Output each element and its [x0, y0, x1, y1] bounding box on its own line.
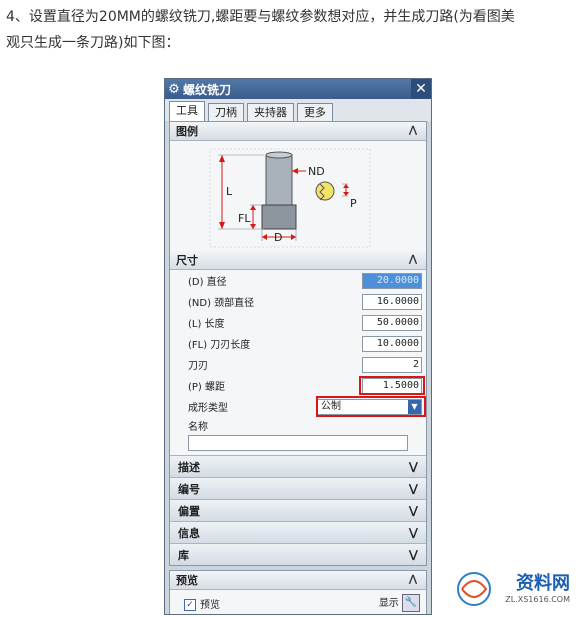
field-label: 名称 — [188, 421, 208, 433]
preview-checkbox-wrap[interactable]: ✓ 预览 — [184, 596, 220, 611]
label-l: L — [226, 185, 233, 198]
show-tool-icon[interactable]: 🔧 — [402, 594, 420, 612]
section-offset[interactable]: 偏置 ⋁ — [170, 499, 426, 521]
gear-icon[interactable]: ⚙ — [165, 82, 183, 97]
section-library[interactable]: 库 ⋁ — [170, 543, 426, 565]
label-d: D — [274, 231, 282, 244]
label-fl: FL — [238, 212, 251, 225]
pitch-highlight-box — [359, 376, 425, 395]
intro-line-2: 观只生成一条刀路)如下图： — [6, 35, 180, 51]
field-row-diameter: (D) 直径 20.0000 — [170, 270, 426, 291]
dialog-title-bar: ⚙ 螺纹铣刀 ✕ — [165, 79, 431, 99]
field-label: (ND) 颈部直径 — [188, 298, 255, 309]
chevron-down-icon[interactable]: ⋁ — [409, 482, 418, 495]
chevron-down-icon[interactable]: ⋁ — [409, 460, 418, 473]
section-description[interactable]: 描述 ⋁ — [170, 455, 426, 477]
length-input[interactable]: 50.0000 — [362, 314, 422, 331]
field-row-flutes: 刀刃 2 — [170, 354, 426, 375]
field-label: (L) 长度 — [188, 319, 225, 330]
section-title: 描述 — [178, 460, 200, 474]
flute-length-input[interactable]: 10.0000 — [362, 335, 422, 352]
chevron-down-icon[interactable]: ⋁ — [409, 548, 418, 561]
field-label: (D) 直径 — [188, 277, 227, 288]
field-row-form-type: 成形类型 公制 ▼ — [170, 396, 426, 417]
field-label: (P) 螺距 — [188, 382, 226, 393]
preview-section-title: 预览 — [176, 574, 198, 587]
field-row-neck-diameter: (ND) 颈部直径 16.0000 — [170, 291, 426, 312]
chevron-down-icon[interactable]: ⋁ — [409, 526, 418, 539]
dialog-title: 螺纹铣刀 — [183, 82, 232, 97]
label-nd: ND — [308, 165, 325, 178]
preview-row: ✓ 预览 显示 🔧 — [170, 590, 426, 614]
thread-mill-diagram: L FL ND D P — [209, 148, 371, 248]
tab-holder[interactable]: 夹持器 — [247, 103, 294, 121]
tool-legend-figure: L FL ND D P — [170, 141, 426, 251]
field-label: 刀刃 — [188, 361, 208, 372]
tool-panel: 图例 ⋀ L FL ND D P 尺寸 ⋀ (D) 直径 20.0000 (ND… — [169, 121, 427, 566]
dims-section-header[interactable]: 尺寸 ⋀ — [170, 251, 426, 270]
field-row-flute-length: (FL) 刀刃长度 10.0000 — [170, 333, 426, 354]
section-title: 编号 — [178, 482, 200, 496]
form-type-highlight-box — [316, 396, 426, 417]
neck-diameter-input[interactable]: 16.0000 — [362, 293, 422, 310]
section-info[interactable]: 信息 ⋁ — [170, 521, 426, 543]
section-title: 偏置 — [178, 504, 200, 518]
chevron-up-icon[interactable]: ⋀ — [406, 253, 420, 267]
chevron-up-icon[interactable]: ⋀ — [406, 573, 420, 587]
dims-section-title: 尺寸 — [176, 254, 198, 267]
chevron-down-icon[interactable]: ⋁ — [409, 504, 418, 517]
intro-line-1: 4、设置直径为20MM的螺纹铣刀,螺距要与螺纹参数想对应，并生成刀路(为看图美 — [6, 9, 515, 25]
watermark-text: 资料网 — [516, 573, 570, 594]
field-row-name: 名称 — [170, 417, 426, 433]
preview-section-header[interactable]: 预览 ⋀ — [170, 571, 426, 590]
watermark-logo: 资料网 ZL.XS1616.COM — [454, 567, 572, 613]
show-label: 显示 — [378, 598, 399, 609]
tab-tool[interactable]: 工具 — [169, 101, 205, 121]
field-label: 成形类型 — [188, 403, 228, 414]
preview-panel: 预览 ⋀ ✓ 预览 显示 🔧 — [169, 570, 427, 614]
diameter-input[interactable]: 20.0000 — [362, 272, 422, 289]
section-title: 库 — [178, 548, 189, 562]
label-p: P — [350, 197, 357, 210]
field-row-pitch: (P) 螺距 1.5000 — [170, 375, 426, 396]
show-group: 显示 🔧 — [379, 594, 420, 612]
tab-bar: 工具 刀柄 夹持器 更多 — [165, 99, 431, 121]
field-label: (FL) 刀刃长度 — [188, 340, 251, 351]
checkbox-checked-icon[interactable]: ✓ — [184, 598, 196, 611]
legend-section-title: 图例 — [176, 125, 198, 138]
close-button[interactable]: ✕ — [411, 79, 431, 99]
flutes-input[interactable]: 2 — [362, 356, 422, 373]
field-row-length: (L) 长度 50.0000 — [170, 312, 426, 333]
thread-mill-dialog: ⚙ 螺纹铣刀 ✕ 工具 刀柄 夹持器 更多 图例 ⋀ L FL ND D P 尺… — [164, 78, 432, 615]
tab-shank[interactable]: 刀柄 — [208, 103, 244, 121]
chevron-up-icon[interactable]: ⋀ — [406, 124, 420, 138]
intro-text: 4、设置直径为20MM的螺纹铣刀,螺距要与螺纹参数想对应，并生成刀路(为看图美 … — [6, 4, 572, 56]
section-title: 信息 — [178, 526, 200, 540]
watermark-url: ZL.XS1616.COM — [505, 595, 570, 604]
preview-checkbox-label: 预览 — [200, 599, 220, 611]
tab-more[interactable]: 更多 — [297, 103, 333, 121]
section-number[interactable]: 编号 ⋁ — [170, 477, 426, 499]
legend-section-header[interactable]: 图例 ⋀ — [170, 122, 426, 141]
name-input[interactable] — [188, 435, 408, 451]
